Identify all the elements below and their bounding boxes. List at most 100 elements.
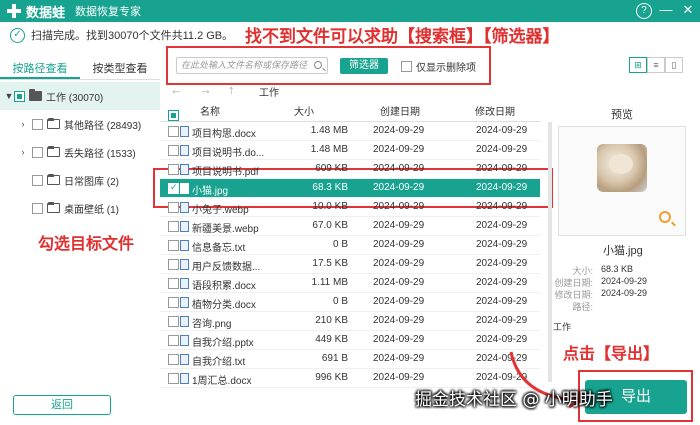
grid-view-icon[interactable]: ⊞ [629,57,647,73]
file-modified: 2024-09-29 [476,277,528,288]
nav-back-icon[interactable]: ← [170,82,183,97]
scrollbar[interactable] [548,122,552,382]
check-circle-icon: ✓ [10,27,25,43]
file-name: 信息备忘.txt [192,243,246,254]
file-name: 1周汇总.docx [192,376,252,387]
table-row[interactable]: 用户反馈数据... 17.5 KB 2024-09-29 2024-09-29 [160,255,540,274]
row-checkbox[interactable] [168,240,179,251]
file-icon [180,316,189,327]
row-checkbox[interactable] [168,182,179,194]
header-name[interactable]: 名称 [200,103,220,118]
row-checkbox[interactable] [168,202,179,213]
file-created: 2024-09-29 [373,201,425,212]
folder-tree: ▼ 工作 (30070) › 其他路径 (28493) › 丢失路径 (1533… [0,82,160,222]
list-view-icon[interactable]: ≡ [647,57,665,73]
tree-checkbox[interactable] [14,90,25,102]
file-icon [180,221,189,232]
info-path-text: 工作 [553,322,572,332]
file-size: 67.0 KB [312,220,348,231]
row-checkbox[interactable] [168,354,179,365]
file-name: 自我介绍.txt [192,357,246,368]
row-checkbox[interactable] [168,145,179,156]
file-size: 1.11 MB [311,277,349,288]
file-icon [180,297,189,308]
nav-forward-icon[interactable]: → [199,82,212,97]
table-row[interactable]: 语段积累.docx 1.11 MB 2024-09-29 2024-09-29 [160,274,540,293]
row-checkbox[interactable] [168,259,179,270]
file-name: 用户反馈数据... [192,262,261,273]
tree-checkbox[interactable] [32,202,43,214]
file-size: 10.0 KB [312,201,348,212]
file-size: 1.48 MB [310,144,348,155]
nav-up-icon[interactable]: ↑ [228,82,235,97]
file-created: 2024-09-29 [373,315,425,326]
table-row[interactable]: 新疆美景.webp 67.0 KB 2024-09-29 2024-09-29 [160,217,540,236]
tree-item-daily-gallery[interactable]: 日常图库 (2) [0,166,160,194]
table-row[interactable]: 信息备忘.txt 0 B 2024-09-29 2024-09-29 [160,236,540,255]
file-created: 2024-09-29 [373,125,425,136]
file-created: 2024-09-29 [373,334,425,345]
nav-arrows: ← → ↑ [170,82,235,97]
logo-cross-icon [6,3,22,19]
file-name: 项目构思.docx [192,129,256,140]
minimize-button[interactable]: — [658,3,674,19]
tree-checkbox[interactable] [32,118,43,130]
file-size: 691 B [321,353,348,364]
expand-down-icon[interactable]: ▼ [4,91,14,101]
view-mode-switch: ⊞ ≡ ▯ [629,57,683,73]
file-size: 0 B [332,296,348,307]
info-created-key: 创建日期: [554,278,593,288]
header-created[interactable]: 创建日期 [380,103,420,118]
table-row[interactable]: 小兔子.webp 10.0 KB 2024-09-29 2024-09-29 [160,198,540,217]
file-created: 2024-09-29 [373,258,425,269]
table-row[interactable]: 项目说明书.do... 1.48 MB 2024-09-29 2024-09-29 [160,141,540,160]
file-icon [180,202,189,213]
tree-item-other-paths[interactable]: › 其他路径 (28493) [0,110,160,138]
back-button[interactable]: 返回 [13,395,111,415]
folder-icon [47,174,60,185]
table-row[interactable]: 自我介绍.txt 691 B 2024-09-29 2024-09-29 [160,350,540,369]
table-row[interactable]: 植物分类.docx 0 B 2024-09-29 2024-09-29 [160,293,540,312]
file-name: 新疆美景.webp [192,224,259,235]
row-checkbox[interactable] [168,297,179,308]
row-checkbox[interactable] [168,373,179,384]
row-checkbox[interactable] [168,335,179,346]
detail-view-icon[interactable]: ▯ [665,57,683,73]
table-row[interactable]: 项目说明书.pdf 609 KB 2024-09-29 2024-09-29 [160,160,540,179]
row-checkbox[interactable] [168,164,179,175]
header-size[interactable]: 大小 [294,103,314,118]
tree-checkbox[interactable] [32,146,43,158]
header-modified[interactable]: 修改日期 [475,103,515,118]
file-created: 2024-09-29 [373,372,425,383]
tab-by-path[interactable]: 按路径查看 [0,58,80,79]
search-highlight-box [166,46,491,85]
file-modified: 2024-09-29 [476,125,528,136]
row-checkbox[interactable] [168,221,179,232]
select-all-checkbox[interactable] [168,110,179,121]
file-name: 项目说明书.do... [192,148,265,159]
close-button[interactable]: ✕ [680,3,696,19]
folder-icon [29,89,42,101]
file-list: 项目构思.docx 1.48 MB 2024-09-29 2024-09-29 项目说明… [160,122,540,388]
tree-item-label: 工作 (30070) [46,92,104,104]
tree-item-desktop-wallpaper[interactable]: 桌面壁纸 (1) [0,194,160,222]
folder-icon [47,202,60,213]
table-row[interactable]: 小猫.jpg 68.3 KB 2024-09-29 2024-09-29 [160,179,540,198]
table-row[interactable]: 项目构思.docx 1.48 MB 2024-09-29 2024-09-29 [160,122,540,141]
help-button[interactable]: ? [636,3,652,19]
tree-checkbox[interactable] [32,174,43,186]
tab-by-type[interactable]: 按类型查看 [80,58,160,79]
file-size: 68.3 KB [312,182,348,193]
row-checkbox[interactable] [168,278,179,289]
chevron-right-icon[interactable]: › [18,119,28,129]
row-checkbox[interactable] [168,316,179,327]
tree-item-work[interactable]: ▼ 工作 (30070) [0,82,160,110]
table-row[interactable]: 自我介绍.pptx 449 KB 2024-09-29 2024-09-29 [160,331,540,350]
file-modified: 2024-09-29 [476,144,528,155]
file-size: 0 B [332,239,348,250]
chevron-right-icon[interactable]: › [18,147,28,157]
zoom-icon[interactable] [659,211,671,223]
tree-item-lost-paths[interactable]: › 丢失路径 (1533) [0,138,160,166]
table-row[interactable]: 咨询.png 210 KB 2024-09-29 2024-09-29 [160,312,540,331]
row-checkbox[interactable] [168,126,179,137]
